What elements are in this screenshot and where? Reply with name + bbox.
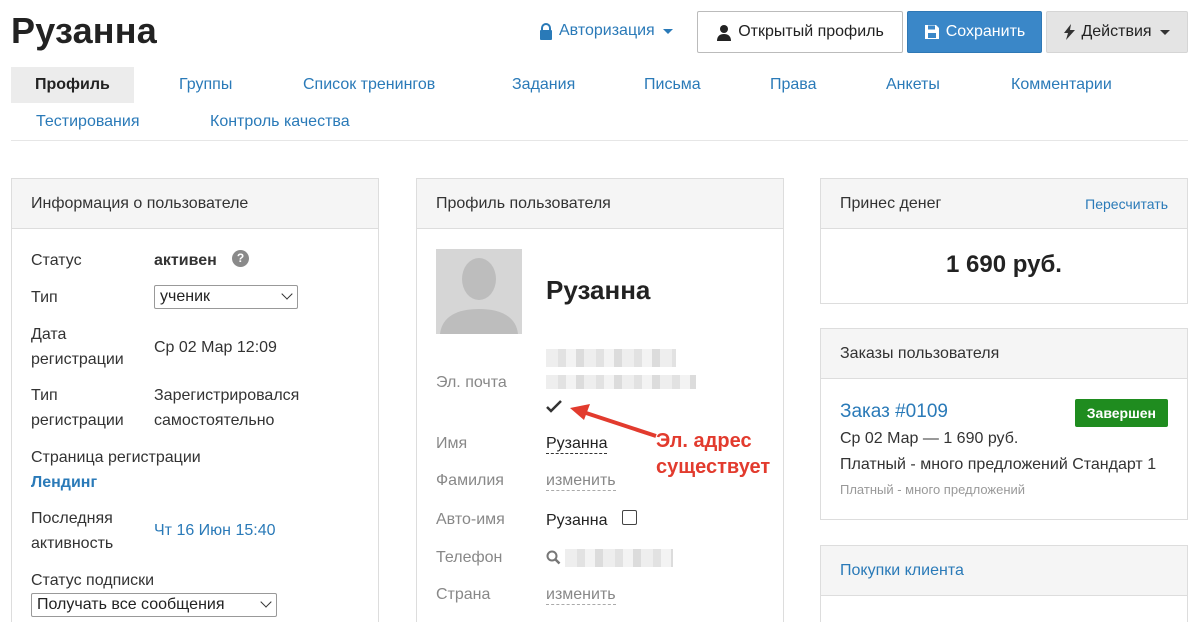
avatar-silhouette-icon (436, 249, 522, 334)
annotation-text: Эл. адрес существует (656, 428, 770, 480)
orders-header: Заказы пользователя (821, 329, 1187, 379)
reg-page-link[interactable]: Лендинг (31, 470, 97, 495)
reg-type-label-1: Тип (31, 387, 58, 404)
save-label: Сохранить (945, 23, 1026, 40)
revenue-value: 1 690 руб. (946, 251, 1062, 278)
status-label: Статус (31, 252, 82, 269)
save-button[interactable]: Сохранить (907, 11, 1042, 53)
subscription-select[interactable]: Получать все сообщения (31, 593, 277, 617)
orders-panel: Заказы пользователя Заказ #0109 Завершен… (820, 328, 1188, 520)
floppy-disk-icon (924, 25, 939, 39)
page-title: Рузанна (11, 10, 157, 51)
phone-label: Телефон (436, 549, 503, 566)
caret-down-icon (662, 28, 673, 34)
revenue-panel: Принес денег Пересчитать 1 690 руб. (820, 178, 1188, 304)
reg-date-label-2: регистрации (31, 351, 124, 368)
annotation-arrow-icon (570, 404, 657, 438)
user-icon (717, 24, 732, 41)
auto-name-checkbox[interactable] (622, 510, 637, 525)
tab-quality-control[interactable]: Контроль качества (186, 104, 374, 140)
reg-date-label-1: Дата (31, 326, 67, 343)
tab-testing[interactable]: Тестирования (12, 104, 164, 140)
first-name-label: Имя (436, 435, 468, 452)
email-blurred (546, 349, 676, 367)
auto-name-value: Рузанна (546, 512, 608, 529)
last-activity-label-1: Последняя (31, 510, 113, 527)
lock-icon (540, 22, 552, 40)
reg-date-value: Ср 02 Мар 12:09 (154, 339, 277, 356)
tab-comments[interactable]: Комментарии (987, 67, 1136, 103)
reg-type-label-2: регистрации (31, 412, 124, 429)
user-info-header: Информация о пользователе (12, 179, 378, 229)
recalculate-link[interactable]: Пересчитать (1085, 196, 1168, 212)
tab-tasks[interactable]: Задания (488, 67, 599, 103)
auth-dropdown[interactable]: Авторизация (539, 22, 673, 40)
tab-groups[interactable]: Группы (155, 67, 256, 103)
subscription-select-value: Получать все сообщения (37, 596, 225, 613)
purchases-header[interactable]: Покупки клиента (821, 546, 1187, 596)
lightning-icon (1064, 24, 1076, 40)
tabs-divider (11, 140, 1188, 141)
tab-trainings[interactable]: Список тренингов (279, 67, 459, 103)
reg-page-label: Страница регистрации (31, 449, 201, 466)
type-select-value: ученик (160, 288, 211, 305)
country-edit-link[interactable]: изменить (546, 586, 616, 605)
reg-type-value-2: самостоятельно (154, 412, 275, 429)
user-profile-header: Профиль пользователя (417, 179, 783, 229)
last-name-label: Фамилия (436, 472, 504, 489)
chevron-down-icon (281, 288, 293, 300)
order-date-amount: Ср 02 Мар — 1 690 руб. (840, 430, 1019, 447)
help-icon[interactable]: ? (232, 250, 249, 267)
status-badge: Завершен (1074, 399, 1168, 427)
actions-label: Действия (1081, 23, 1152, 40)
avatar[interactable] (436, 249, 522, 334)
chevron-down-icon (260, 596, 272, 608)
type-select[interactable]: ученик (154, 285, 298, 309)
email-label: Эл. почта (436, 374, 507, 391)
order-offer-group: Платный - много предложений (840, 482, 1026, 497)
last-name-edit-link[interactable]: изменить (546, 472, 616, 491)
type-label: Тип (31, 289, 58, 306)
search-icon[interactable] (546, 550, 561, 565)
tab-profile[interactable]: Профиль (11, 67, 134, 103)
auth-label: Авторизация (559, 22, 655, 39)
subscription-label: Статус подписки (31, 572, 155, 589)
order-offer: Платный - много предложений Стандарт 1 (840, 456, 1157, 473)
email-blurred-2 (546, 375, 696, 389)
last-activity-link[interactable]: Чт 16 Июн 15:40 (154, 518, 276, 543)
last-activity-label-2: активность (31, 535, 114, 552)
country-label: Страна (436, 586, 491, 603)
revenue-title: Принес денег (840, 194, 942, 212)
status-value: активен (154, 252, 217, 269)
actions-dropdown-button[interactable]: Действия (1046, 11, 1188, 53)
order-link[interactable]: Заказ #0109 (840, 401, 948, 423)
open-profile-button[interactable]: Открытый профиль (697, 11, 903, 53)
auto-name-label: Авто-имя (436, 511, 505, 528)
profile-name: Рузанна (546, 275, 651, 305)
tab-forms[interactable]: Анкеты (862, 67, 964, 103)
purchases-panel: Покупки клиента (820, 545, 1188, 622)
tab-rights[interactable]: Права (746, 67, 841, 103)
revenue-header: Принес денег Пересчитать (821, 179, 1187, 229)
user-info-panel: Информация о пользователе Статус активен… (11, 178, 379, 622)
reg-type-value-1: Зарегистрировался (154, 387, 300, 404)
caret-down-icon (1159, 29, 1170, 35)
open-profile-label: Открытый профиль (738, 23, 884, 40)
annotation-line-1: Эл. адрес (656, 430, 752, 452)
tab-letters[interactable]: Письма (620, 67, 725, 103)
phone-blurred (565, 549, 673, 567)
annotation-line-2: существует (656, 456, 771, 478)
